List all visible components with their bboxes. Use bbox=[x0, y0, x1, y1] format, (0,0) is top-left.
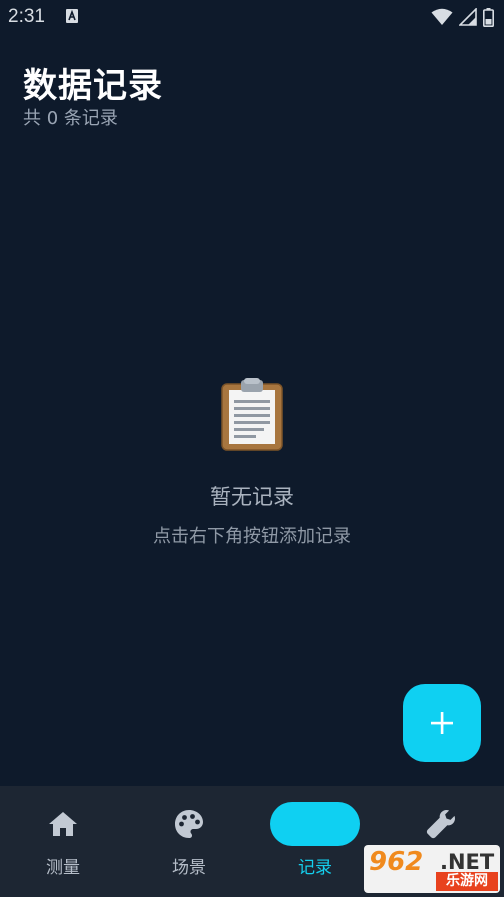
nav-label-records: 记录 bbox=[298, 858, 332, 878]
screen: 2:31 数据记录 共 0 条记录 暂无记录 点击右下角按钮添加记录 测量 场景… bbox=[0, 0, 504, 897]
a-notification-icon bbox=[66, 9, 78, 23]
battery-icon bbox=[483, 7, 494, 27]
status-time: 2:31 bbox=[8, 6, 45, 27]
watermark-suffix: .NET bbox=[440, 850, 495, 874]
nav-label-scene: 场景 bbox=[172, 858, 206, 878]
watermark-caption: 乐游网 bbox=[436, 872, 498, 891]
empty-state-title: 暂无记录 bbox=[210, 485, 294, 509]
nav-item-records[interactable]: 记录 bbox=[252, 786, 378, 897]
nav-label-measure: 测量 bbox=[46, 858, 80, 878]
wrench-icon bbox=[426, 810, 455, 839]
watermark-brand: 962 bbox=[369, 847, 424, 877]
watermark-logo: 962 .NET 乐游网 bbox=[364, 845, 500, 893]
page-title: 数据记录 bbox=[23, 66, 163, 106]
signal-icon bbox=[459, 8, 477, 26]
home-icon bbox=[49, 812, 77, 836]
wifi-icon bbox=[431, 8, 453, 25]
add-record-button[interactable] bbox=[403, 684, 481, 762]
status-bar: 2:31 bbox=[0, 0, 504, 34]
record-count: 共 0 条记录 bbox=[23, 108, 118, 129]
status-icons bbox=[431, 7, 494, 27]
empty-state-hint: 点击右下角按钮添加记录 bbox=[153, 526, 351, 547]
nav-item-measure[interactable]: 测量 bbox=[0, 786, 126, 897]
nav-active-indicator bbox=[270, 802, 360, 846]
palette-icon bbox=[175, 810, 203, 838]
clipboard-icon bbox=[221, 378, 283, 451]
nav-item-scene[interactable]: 场景 bbox=[126, 786, 252, 897]
plus-icon bbox=[431, 712, 453, 734]
